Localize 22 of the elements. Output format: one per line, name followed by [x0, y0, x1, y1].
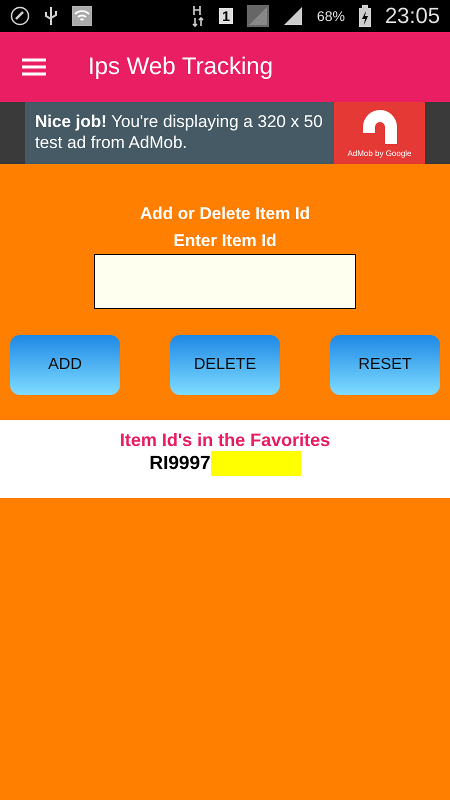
signal-icon [282, 6, 303, 26]
clock: 23:05 [384, 3, 440, 29]
item-id-field[interactable] [94, 254, 356, 309]
field-label: Enter Item Id [174, 230, 276, 252]
sim-indicator: 1 [219, 8, 233, 24]
menu-icon[interactable] [22, 58, 46, 76]
favorite-item-id[interactable]: RI9997 [149, 452, 211, 474]
battery-percent: 68% [316, 8, 345, 24]
ad-text: Nice job! You're displaying a 320 x 50 test ad from AdMob. [25, 102, 334, 164]
wifi-icon [72, 6, 92, 26]
usb-icon [44, 6, 58, 26]
data-arrows-icon [191, 5, 206, 27]
form-heading: Add or Delete Item Id [140, 203, 310, 225]
signal-icon [246, 5, 269, 27]
favorites-heading: Item Id's in the Favorites [120, 430, 330, 451]
battery-charging-icon [358, 5, 371, 27]
action-button[interactable]: RESET [330, 335, 440, 395]
admob-logo-icon [360, 108, 398, 146]
action-button[interactable]: DELETE [170, 335, 280, 395]
app-title: Ips Web Tracking [88, 53, 273, 81]
ad-brand: AdMob by Google [347, 149, 412, 158]
action-button[interactable]: ADD [10, 335, 120, 395]
